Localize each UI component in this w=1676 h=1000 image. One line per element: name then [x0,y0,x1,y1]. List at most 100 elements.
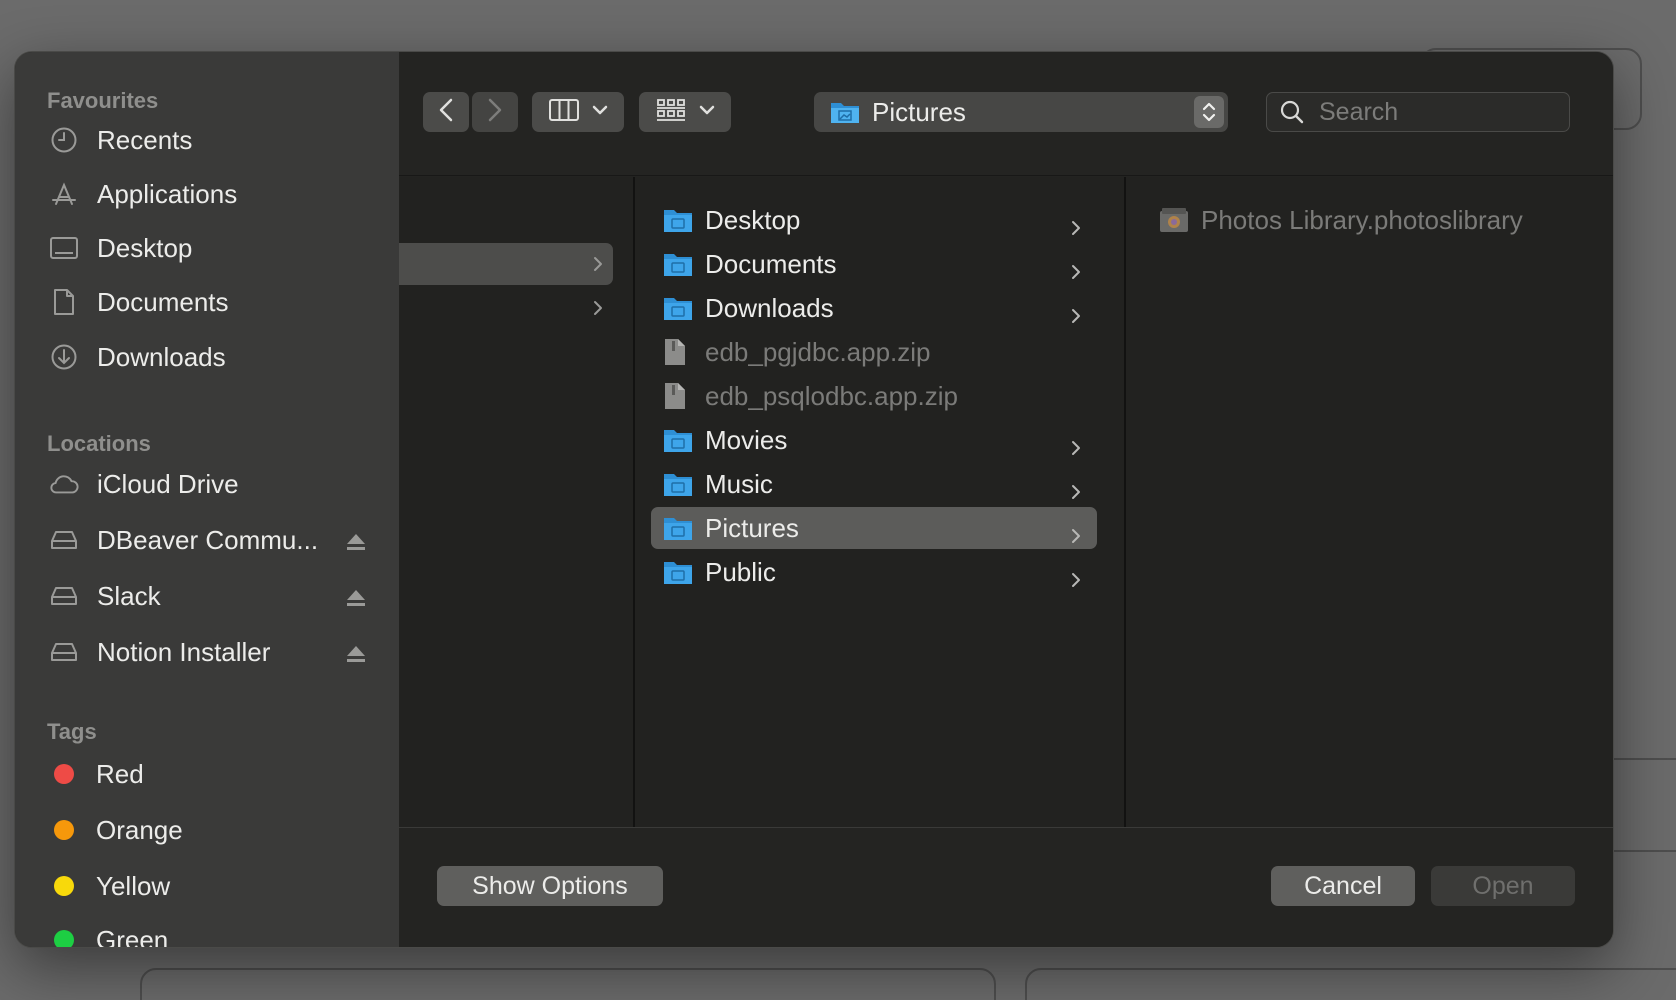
folder-icon [663,470,693,498]
list-item-photos-library[interactable]: Photos Library.photoslibrary [1147,199,1587,241]
search-field[interactable]: Search [1266,92,1570,132]
bottom-bar: Show Options Cancel Open [399,827,1613,947]
sidebar-item-label: DBeaver Commu... [97,524,319,555]
sidebar-item-label: Slack [97,580,161,611]
parent-column-row[interactable] [399,287,613,329]
list-item-label: Photos Library.photoslibrary [1201,204,1523,235]
pictures-folder-icon [830,99,860,125]
folder-icon [663,558,693,586]
sidebar-item-recents[interactable]: Recents [49,118,379,162]
sidebar-item-applications[interactable]: Applications [49,172,379,216]
folder-icon [663,206,693,234]
open-file-dialog: Favourites Recents Applications Desktop … [14,51,1614,948]
sidebar-item-label: iCloud Drive [97,468,239,499]
list-item-movies[interactable]: Movies [651,419,1097,461]
desktop-icon [49,233,79,263]
list-item-label: Public [705,556,776,587]
sidebar-item-notion-installer[interactable]: Notion Installer [49,630,379,674]
chevron-right-icon [1071,300,1087,323]
list-item-music[interactable]: Music [651,463,1097,505]
view-mode-button[interactable] [532,92,624,132]
open-button[interactable]: Open [1431,866,1575,906]
drive-icon [49,525,79,555]
sidebar-item-label: Applications [97,178,238,209]
list-item-label: Desktop [705,204,801,235]
eject-icon[interactable] [345,529,367,551]
list-item-label: Downloads [705,292,834,323]
sidebar-tag-red[interactable]: Red [49,752,379,796]
tag-color-dot [54,930,74,947]
clock-icon [49,125,79,155]
folder-icon [663,250,693,278]
sidebar-item-label: Red [96,758,144,789]
list-item-public[interactable]: Public [651,551,1097,593]
column-divider[interactable] [633,177,635,827]
sidebar-item-desktop[interactable]: Desktop [49,226,379,270]
folder-icon [663,294,693,322]
list-item-documents[interactable]: Documents [651,243,1097,285]
drive-icon [49,581,79,611]
tag-color-dot [54,876,74,896]
sidebar-item-label: Yellow [96,870,171,901]
sidebar-tag-orange[interactable]: Orange [49,808,379,852]
chevron-right-icon [1071,520,1087,543]
list-item-label: edb_psqlodbc.app.zip [705,380,958,411]
list-item-label: Music [705,468,773,499]
sidebar-item-label: Orange [96,814,183,845]
list-item-label: edb_pgjdbc.app.zip [705,336,931,367]
sidebar-item-documents[interactable]: Documents [49,280,379,324]
sidebar-item-label: Documents [97,286,229,317]
cancel-button[interactable]: Cancel [1271,866,1415,906]
folder-icon [663,514,693,542]
eject-icon[interactable] [345,641,367,663]
chevron-right-icon [593,256,603,277]
list-item-edb-pgjdbc-app-zip[interactable]: edb_pgjdbc.app.zip [651,331,1097,373]
applications-icon [49,179,79,209]
sidebar-item-label: Downloads [97,341,226,372]
list-item-label: Pictures [705,512,799,543]
document-icon [49,287,79,317]
grid-icon [655,97,687,128]
show-options-button[interactable]: Show Options [437,866,663,906]
drive-icon [49,637,79,667]
columns-view-icon [548,98,580,127]
chevron-right-icon [487,97,503,128]
zip-file-icon [663,382,693,410]
favourites-heading: Favourites [47,88,159,113]
toolbar: Pictures Search [399,52,1613,176]
sidebar-item-label: Recents [97,124,193,155]
sidebar-item-label: Green [96,924,169,948]
background-panel-outline [140,968,996,1000]
sidebar-item-label: Desktop [97,232,193,263]
chevron-left-icon [438,97,454,128]
locations-heading: Locations [47,431,151,456]
back-button[interactable] [423,92,469,132]
list-item-label: Movies [705,424,788,455]
group-button[interactable] [639,92,731,132]
eject-icon[interactable] [345,585,367,607]
chevron-right-icon [1071,432,1087,455]
parent-column-selected-row[interactable] [399,243,613,285]
location-popup[interactable]: Pictures [814,92,1228,132]
sidebar-item-icloud-drive[interactable]: iCloud Drive [49,462,379,506]
updown-stepper-icon [1194,96,1224,128]
chevron-right-icon [1071,564,1087,587]
sidebar-item-dbeaver[interactable]: DBeaver Commu... [49,518,379,562]
sidebar-tag-green[interactable]: Green [49,918,379,948]
forward-button[interactable] [472,92,518,132]
sidebar-item-downloads[interactable]: Downloads [49,335,379,379]
tag-color-dot [54,820,74,840]
sidebar-item-slack[interactable]: Slack [49,574,379,618]
column-browser: Desktop Documents Downloads edb_pgjdbc.app.… [399,177,1613,827]
list-item-edb-psqlodbc-app-zip[interactable]: edb_psqlodbc.app.zip [651,375,1097,417]
column-divider[interactable] [1124,177,1126,827]
chevron-right-icon [1071,476,1087,499]
list-item-pictures[interactable]: Pictures [651,507,1097,549]
tag-color-dot [54,764,74,784]
list-item-downloads[interactable]: Downloads [651,287,1097,329]
cloud-icon [49,469,79,499]
sidebar: Favourites Recents Applications Desktop … [15,52,399,947]
chevron-right-icon [1071,212,1087,235]
sidebar-tag-yellow[interactable]: Yellow [49,864,379,908]
list-item-desktop[interactable]: Desktop [651,199,1097,241]
